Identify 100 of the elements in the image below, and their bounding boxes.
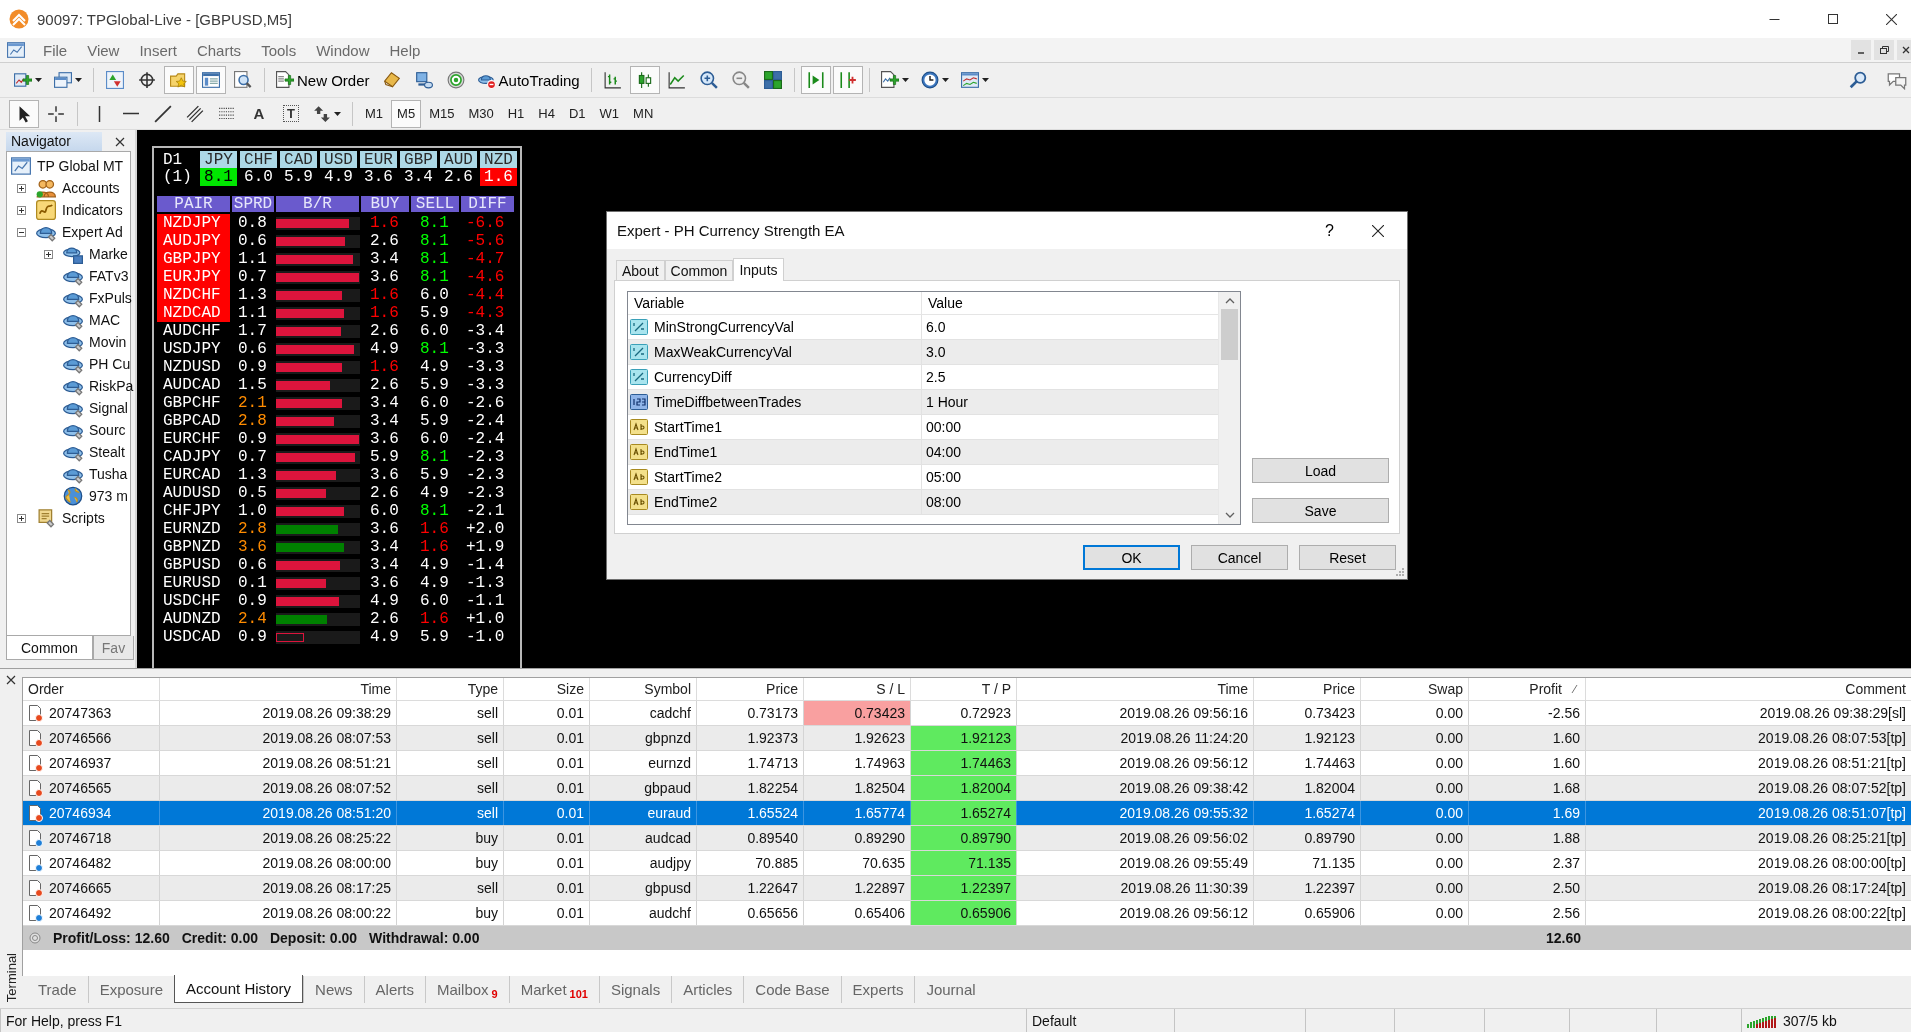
tab[interactable]: About <box>616 260 665 280</box>
table-row[interactable]: 20746718 2019.08.26 08:25:22 buy 0.01 audcad 0.89540 0.89290 0.89790 2019.08.26 09:56:02 0.89790 0.00 1.88 2019.08.26 08:25:21[tp] <box>23 826 1911 851</box>
column-header[interactable]: Order <box>23 678 160 700</box>
menu-item[interactable]: Window <box>306 41 380 59</box>
dialog-button[interactable]: OK <box>1083 545 1180 570</box>
expand-icon[interactable] <box>17 513 26 523</box>
scroll-down-icon[interactable] <box>1224 511 1235 519</box>
toolbar-button[interactable] <box>9 99 39 128</box>
timeframe-button[interactable]: H1 <box>501 99 531 128</box>
scrollbar[interactable] <box>1218 292 1240 524</box>
tree-item[interactable]: PH Cu <box>89 356 131 372</box>
table-row[interactable]: 20746566 2019.08.26 08:07:53 sell 0.01 gbpnzd 1.92373 1.92623 1.92123 2019.08.26 11:24:20 1.92123 0.00 1.60 2019.08.26 08:07:53[tp] <box>23 726 1911 751</box>
expand-icon[interactable] <box>17 205 26 215</box>
tree-item[interactable]: FATv3 <box>89 268 129 284</box>
table-row[interactable]: 20746934 2019.08.26 08:51:20 sell 0.01 euraud 1.65524 1.65774 1.65274 2019.08.26 09:55:32 1.65274 0.00 1.69 2019.08.26 08:51:07[tp] <box>23 801 1911 826</box>
tree-item[interactable]: FxPuls <box>89 290 132 306</box>
tree-item[interactable]: Accounts <box>62 180 120 196</box>
timeframe-button[interactable]: M5 <box>391 99 422 128</box>
expand-icon[interactable] <box>44 249 53 259</box>
menu-item[interactable]: Tools <box>251 41 307 59</box>
value-field[interactable]: 2.5 <box>922 369 946 385</box>
help-button[interactable]: ? <box>1321 221 1338 240</box>
close-icon[interactable] <box>1897 40 1911 60</box>
dialog-button[interactable]: Reset <box>1299 545 1396 570</box>
value-field[interactable]: 00:00 <box>922 419 962 435</box>
tab[interactable]: Articles <box>671 976 744 1003</box>
tree-item[interactable]: Stealt <box>89 444 125 460</box>
table-row[interactable]: 20746665 2019.08.26 08:17:25 sell 0.01 gbpusd 1.22647 1.22897 1.22397 2019.08.26 11:30:39 1.22397 0.00 2.50 2019.08.26 08:17:24[tp] <box>23 876 1911 901</box>
tree-item[interactable]: Indicators <box>62 202 123 218</box>
table-row[interactable]: EndTime2 08:00 <box>628 490 1218 515</box>
close-icon[interactable] <box>115 136 125 147</box>
close-icon[interactable] <box>6 675 16 685</box>
column-header[interactable]: Price <box>697 678 804 700</box>
tab[interactable]: Common <box>664 260 734 280</box>
menu-item[interactable]: Charts <box>186 41 252 59</box>
timeframe-button[interactable]: H4 <box>532 99 561 128</box>
tree-item[interactable]: Expert Ad <box>62 224 123 240</box>
column-header[interactable]: Swap <box>1361 678 1469 700</box>
tab[interactable]: Signals <box>598 976 672 1003</box>
column-header[interactable]: Profit <box>1469 678 1586 700</box>
column-header[interactable]: Time <box>160 678 397 700</box>
tree-item[interactable]: TP Global MT <box>37 158 124 174</box>
table-row[interactable]: MaxWeakCurrencyVal 3.0 <box>628 340 1218 365</box>
tree-item[interactable]: Tusha <box>89 466 128 482</box>
table-row[interactable]: TimeDiffbetweenTrades 1 Hour <box>628 390 1218 415</box>
tab[interactable]: Inputs <box>733 258 784 281</box>
close-icon[interactable] <box>1372 224 1384 237</box>
chat-icon[interactable] <box>1887 70 1907 90</box>
timeframe-button[interactable]: W1 <box>593 99 626 128</box>
column-header[interactable]: Price <box>1254 678 1361 700</box>
value-field[interactable]: 08:00 <box>922 494 962 510</box>
value-field[interactable]: 04:00 <box>922 444 962 460</box>
collapse-icon[interactable] <box>17 227 26 237</box>
toolbar-button[interactable]: A <box>244 99 274 128</box>
scroll-up-icon[interactable] <box>1224 297 1235 305</box>
timeframe-button[interactable]: MN <box>627 99 660 128</box>
dialog-button[interactable]: Cancel <box>1191 545 1288 570</box>
tree-item[interactable]: Scripts <box>62 510 105 526</box>
tree-item[interactable]: 973 m <box>89 488 128 504</box>
tree-item[interactable]: RiskPa <box>89 378 134 394</box>
toolbar-button[interactable]: T <box>276 99 306 128</box>
menu-item[interactable]: View <box>77 41 130 59</box>
column-header[interactable]: Type <box>397 678 504 700</box>
column-header[interactable]: S / L <box>804 678 911 700</box>
tab[interactable]: News <box>303 976 364 1003</box>
value-field[interactable]: 05:00 <box>922 469 962 485</box>
tab[interactable]: Common <box>6 636 93 660</box>
search-icon[interactable] <box>1849 71 1867 89</box>
maximize-icon[interactable] <box>1828 14 1838 24</box>
tree-item[interactable]: Marke <box>89 246 128 262</box>
timeframe-button[interactable]: M15 <box>423 99 461 128</box>
timeframe-button[interactable]: D1 <box>562 99 592 128</box>
tree-item[interactable]: Sourc <box>89 422 126 438</box>
tree-item[interactable]: Signal <box>89 400 128 416</box>
close-icon[interactable] <box>1886 13 1897 25</box>
tab[interactable]: Journal <box>914 976 987 1003</box>
menu-item[interactable]: Help <box>379 41 431 59</box>
value-field[interactable]: 3.0 <box>922 344 946 360</box>
tab[interactable]: Code Base <box>743 976 841 1003</box>
tab[interactable]: Account History <box>174 975 304 1003</box>
tab[interactable]: Alerts <box>363 976 425 1003</box>
toolbar-button[interactable]: New Order <box>271 66 375 94</box>
value-field[interactable]: 6.0 <box>922 319 946 335</box>
tab[interactable]: Experts <box>840 976 915 1003</box>
column-header[interactable]: Comment <box>1586 678 1911 700</box>
value-field[interactable]: 1 Hour <box>922 394 969 410</box>
table-row[interactable]: EndTime1 04:00 <box>628 440 1218 465</box>
table-row[interactable]: 20746565 2019.08.26 08:07:52 sell 0.01 gbpaud 1.82254 1.82504 1.82004 2019.08.26 09:38:42 1.82004 0.00 1.68 2019.08.26 08:07:52[tp] <box>23 776 1911 801</box>
scrollbar-thumb[interactable] <box>1221 309 1238 360</box>
menu-item[interactable]: File <box>33 41 78 59</box>
tree-item[interactable]: MAC <box>89 312 121 328</box>
column-header[interactable]: Size <box>504 678 590 700</box>
toolbar-button[interactable]: AutoTrading <box>472 66 585 94</box>
timeframe-button[interactable]: M30 <box>462 99 500 128</box>
column-header[interactable]: Symbol <box>590 678 697 700</box>
expand-icon[interactable] <box>17 183 26 193</box>
dialog-button[interactable]: Save <box>1252 498 1389 523</box>
timeframe-button[interactable]: M1 <box>359 99 390 128</box>
menu-item[interactable]: Insert <box>129 41 187 59</box>
column-header[interactable]: Time <box>1017 678 1254 700</box>
